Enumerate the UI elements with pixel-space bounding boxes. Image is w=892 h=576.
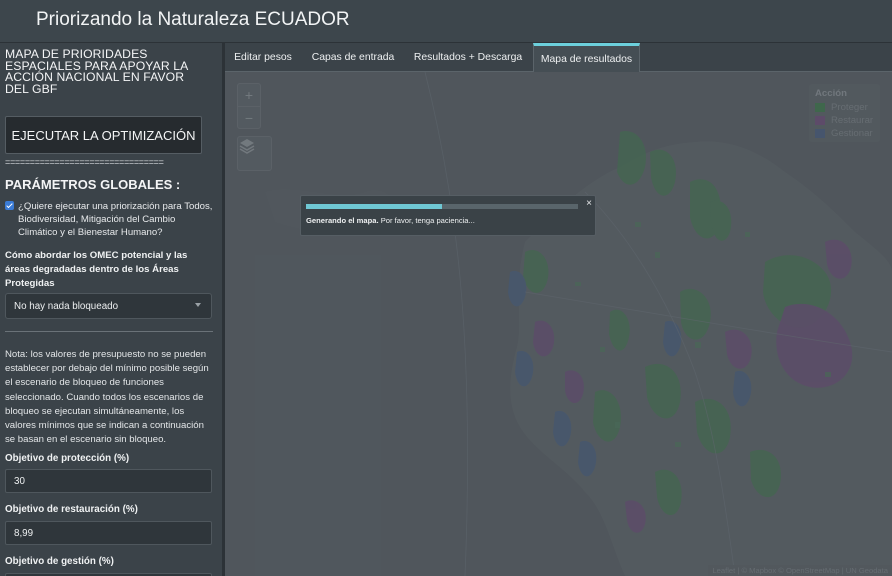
- sidebar-heading: MAPA DE PRIORIDADES ESPACIALES PARA APOY…: [5, 47, 188, 96]
- progress-bar: [306, 204, 578, 209]
- progress-title: Generando el mapa.: [306, 216, 379, 225]
- tab-bar: Editar pesos Capas de entrada Resultados…: [225, 43, 892, 72]
- restoration-target-input[interactable]: 8,99: [5, 521, 212, 545]
- progress-bar-fill: [306, 204, 442, 209]
- loading-overlay: [225, 72, 892, 576]
- progress-message: Generando el mapa. Por favor, tenga paci…: [306, 216, 475, 225]
- omec-select-value: No hay nada bloqueado: [14, 301, 119, 312]
- tab-results-map[interactable]: Mapa de resultados: [533, 43, 640, 72]
- results-map[interactable]: + − Acción Proteger Restaurar Gestionar …: [225, 72, 892, 576]
- chevron-down-icon: [195, 303, 201, 307]
- restoration-target-value: 8,99: [14, 528, 34, 539]
- separator: ================================: [5, 157, 164, 167]
- restoration-target-label: Objetivo de restauración (%): [5, 504, 138, 515]
- divider: [5, 331, 213, 332]
- close-icon[interactable]: ×: [586, 198, 592, 209]
- omec-select[interactable]: No hay nada bloqueado: [5, 293, 212, 319]
- protection-target-input[interactable]: 30: [5, 469, 212, 493]
- app-header: Priorizando la Naturaleza ECUADOR: [0, 0, 892, 43]
- sidebar: MAPA DE PRIORIDADES ESPACIALES PARA APOY…: [0, 43, 225, 576]
- tab-edit-weights[interactable]: Editar pesos: [225, 43, 301, 71]
- omec-question-label: Cómo abordar los OMEC potencial y las ár…: [5, 250, 188, 289]
- global-params-heading: PARÁMETROS GLOBALES :: [5, 177, 181, 192]
- protection-target-value: 30: [14, 476, 25, 487]
- tab-input-layers[interactable]: Capas de entrada: [303, 43, 403, 71]
- app-title: Priorizando la Naturaleza ECUADOR: [36, 9, 350, 30]
- progress-detail: Por favor, tenga paciencia...: [380, 216, 475, 225]
- budget-note: Nota: los valores de presupuesto no se p…: [5, 349, 209, 446]
- priority-all-checkbox-label[interactable]: ¿Quiere ejecutar una priorización para T…: [18, 200, 216, 239]
- tab-results-download[interactable]: Resultados + Descarga: [405, 43, 531, 71]
- run-optimization-button[interactable]: EJECUTAR LA OPTIMIZACIÓN: [5, 116, 202, 154]
- management-target-label: Objetivo de gestión (%): [5, 556, 114, 567]
- progress-notification: × Generando el mapa. Por favor, tenga pa…: [300, 195, 596, 236]
- priority-all-checkbox[interactable]: [5, 201, 14, 210]
- protection-target-label: Objetivo de protección (%): [5, 453, 130, 464]
